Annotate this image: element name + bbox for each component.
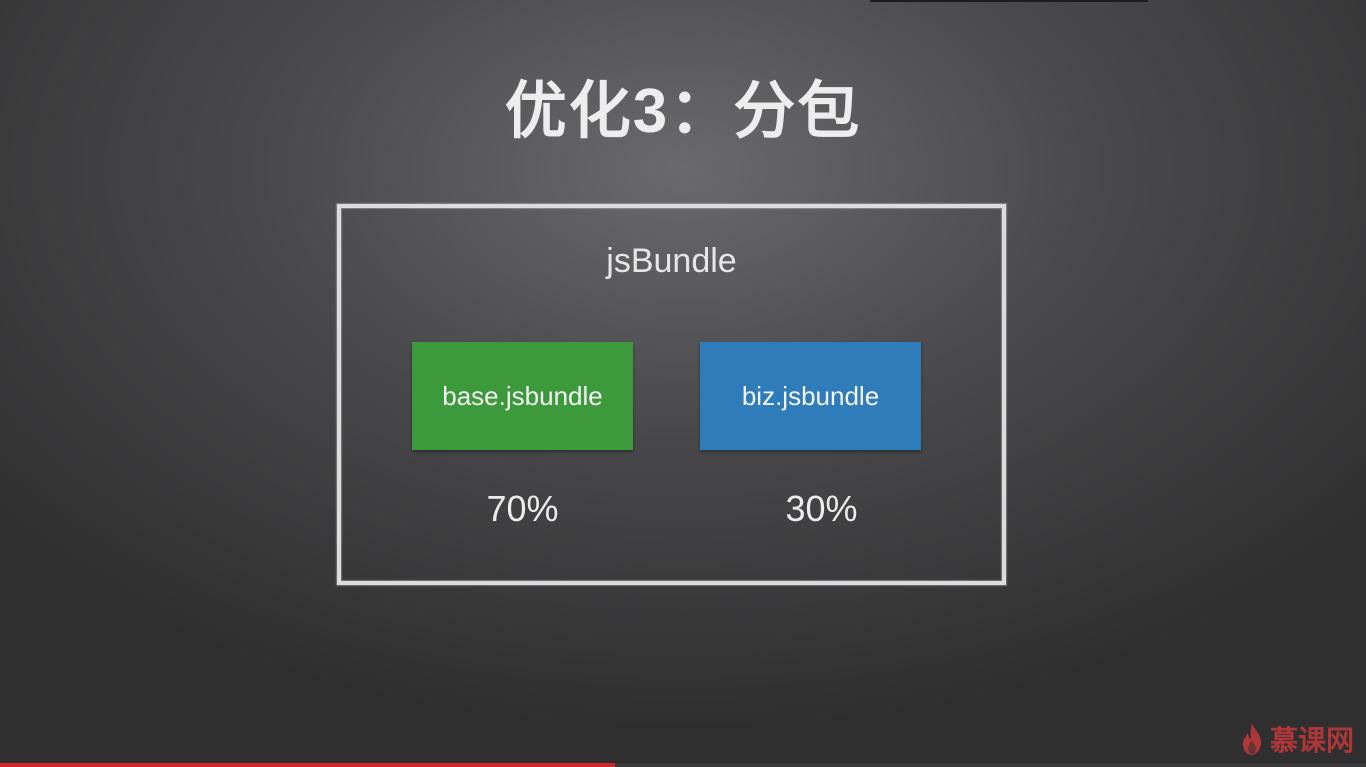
biz-bundle-label: biz.jsbundle	[741, 380, 880, 411]
video-progress-fill	[0, 763, 615, 767]
video-progress-bar[interactable]	[0, 763, 1366, 767]
jsbundle-label: jsBundle	[606, 242, 737, 280]
biz-bundle-block: biz.jsbundle	[700, 342, 921, 450]
watermark: 慕课网	[1240, 719, 1354, 759]
base-bundle-block: base.jsbundle	[412, 342, 633, 450]
base-bundle-label: base.jsbundle	[442, 380, 603, 411]
base-bundle-percent: 70%	[486, 488, 559, 529]
biz-bundle-percent: 30%	[785, 488, 858, 529]
slide-title: 优化3：分包	[504, 77, 862, 146]
watermark-text: 慕课网	[1269, 725, 1354, 756]
top-tab	[870, 0, 1148, 2]
flame-icon	[1242, 723, 1262, 755]
